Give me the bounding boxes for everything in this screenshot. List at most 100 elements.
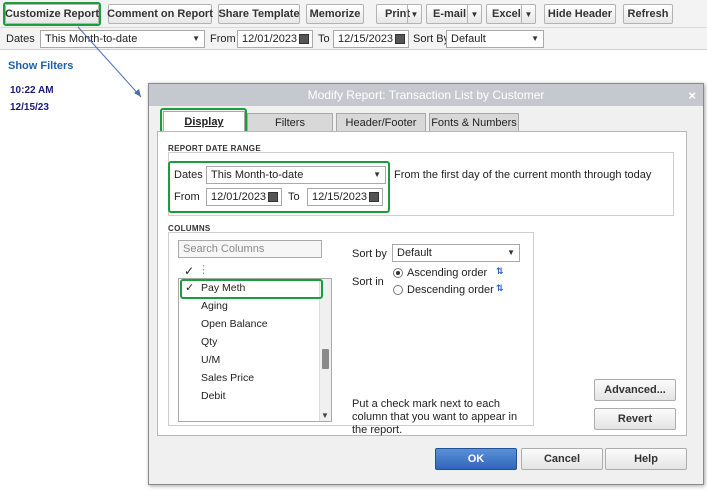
- sortby-label: Sort By: [413, 33, 450, 45]
- email-dropdown-icon[interactable]: ▼: [467, 5, 481, 23]
- report-time: 10:22 AM: [10, 85, 54, 96]
- advanced-button[interactable]: Advanced...: [594, 379, 676, 401]
- descending-radio[interactable]: [393, 285, 403, 295]
- list-item-label: Open Balance: [201, 318, 268, 330]
- list-item[interactable]: Qty: [179, 333, 309, 351]
- tab-header-footer-label: Header/Footer: [345, 116, 417, 129]
- list-item-label: Qty: [201, 336, 218, 348]
- checkmark-icon: ✓: [185, 282, 195, 294]
- to-date-field[interactable]: 12/15/2023: [333, 30, 409, 48]
- chevron-down-icon: ▼: [192, 34, 200, 43]
- list-item[interactable]: ✓ Pay Meth: [179, 279, 309, 297]
- revert-button[interactable]: Revert: [594, 408, 676, 430]
- hide-header-button[interactable]: Hide Header: [544, 4, 616, 24]
- ok-button[interactable]: OK: [435, 448, 517, 470]
- list-item-label: Sales Price: [201, 372, 255, 384]
- cancel-button[interactable]: Cancel: [521, 448, 603, 470]
- tab-fonts-numbers-label: Fonts & Numbers: [431, 116, 517, 129]
- dialog-from-date-value: 12/01/2023: [211, 191, 267, 203]
- chevron-down-icon: ▼: [507, 248, 515, 257]
- tab-filters[interactable]: Filters: [247, 113, 333, 131]
- columns-scrollbar[interactable]: ▼: [319, 279, 331, 421]
- list-item-label: U/M: [201, 354, 221, 366]
- dialog-to-label: To: [288, 191, 300, 203]
- sort-by-label: Sort by: [352, 248, 387, 260]
- dialog-title-bar: Modify Report: Transaction List by Custo…: [149, 84, 703, 106]
- columns-hint: Put a check mark next to each column tha…: [352, 398, 518, 436]
- dates-select-value: This Month-to-date: [45, 33, 138, 45]
- email-label: E-mail: [433, 8, 467, 20]
- excel-button[interactable]: Excel ▼: [486, 4, 536, 24]
- list-item[interactable]: Open Balance: [179, 315, 309, 333]
- sortby-select[interactable]: Default ▼: [446, 30, 544, 48]
- tab-fonts-numbers[interactable]: Fonts & Numbers: [429, 113, 519, 131]
- chevron-down-icon: ▼: [373, 170, 381, 179]
- dates-select[interactable]: This Month-to-date ▼: [40, 30, 205, 48]
- dates-label: Dates: [6, 33, 35, 45]
- calendar-icon[interactable]: [268, 192, 278, 202]
- calendar-icon[interactable]: [369, 192, 379, 202]
- column-header-dots: ⋮: [198, 264, 209, 276]
- memorize-button[interactable]: Memorize: [306, 4, 364, 24]
- report-toolbar: Customize Report Comment on Report Share…: [0, 0, 707, 28]
- from-label: From: [210, 33, 236, 45]
- excel-label: Excel: [492, 8, 521, 20]
- dialog-from-label: From: [174, 191, 200, 203]
- descending-label: Descending order: [407, 284, 494, 296]
- report-date-range-group: [168, 152, 674, 216]
- print-button[interactable]: Print ▼: [376, 4, 422, 24]
- scroll-down-icon[interactable]: ▼: [321, 411, 329, 420]
- report-date: 12/15/23: [10, 102, 49, 113]
- dialog-dates-value: This Month-to-date: [211, 169, 304, 181]
- from-date-field[interactable]: 12/01/2023: [237, 30, 313, 48]
- sort-descending-icon: ⇅: [496, 283, 504, 293]
- list-item-label: Debit: [201, 390, 226, 402]
- excel-dropdown-icon[interactable]: ▼: [521, 5, 535, 23]
- list-item[interactable]: Aging: [179, 297, 309, 315]
- sort-by-select[interactable]: Default ▼: [392, 244, 520, 262]
- calendar-icon[interactable]: [395, 34, 405, 44]
- chevron-down-icon: ▼: [531, 34, 539, 43]
- to-label: To: [318, 33, 330, 45]
- dialog-to-date-field[interactable]: 12/15/2023: [307, 188, 383, 206]
- sort-ascending-icon: ⇅: [496, 266, 504, 276]
- sortby-select-value: Default: [451, 33, 486, 45]
- customize-report-button[interactable]: Customize Report: [5, 4, 99, 24]
- email-button[interactable]: E-mail ▼: [426, 4, 482, 24]
- comment-on-report-button[interactable]: Comment on Report: [107, 4, 213, 24]
- search-columns-input[interactable]: Search Columns: [178, 240, 322, 258]
- dialog-dates-select[interactable]: This Month-to-date ▼: [206, 166, 386, 184]
- sort-in-label: Sort in: [352, 276, 384, 288]
- columns-list[interactable]: ✓ Pay Meth Aging Open Balance Qty U/M Sa…: [178, 278, 332, 422]
- tab-header-footer[interactable]: Header/Footer: [336, 113, 426, 131]
- search-columns-placeholder: Search Columns: [183, 243, 265, 255]
- filter-bar: Dates This Month-to-date ▼ From 12/01/20…: [0, 28, 707, 50]
- ascending-radio[interactable]: [393, 268, 403, 278]
- tab-display[interactable]: Display: [163, 111, 245, 132]
- list-item[interactable]: Sales Price: [179, 369, 309, 387]
- scrollbar-thumb[interactable]: [322, 349, 329, 369]
- tab-display-label: Display: [184, 116, 224, 128]
- from-date-value: 12/01/2023: [242, 33, 298, 45]
- dialog-title: Modify Report: Transaction List by Custo…: [307, 88, 545, 102]
- column-header-check: ✓: [184, 264, 195, 278]
- list-item-label: Aging: [201, 300, 228, 312]
- display-tab-panel: REPORT DATE RANGE Dates This Month-to-da…: [157, 131, 687, 436]
- print-dropdown-icon[interactable]: ▼: [407, 5, 421, 23]
- to-date-value: 12/15/2023: [338, 33, 394, 45]
- date-range-description: From the first day of the current month …: [394, 169, 652, 181]
- sort-by-value: Default: [397, 247, 432, 259]
- modify-report-dialog: Modify Report: Transaction List by Custo…: [148, 83, 704, 485]
- ascending-label: Ascending order: [407, 267, 488, 279]
- list-item[interactable]: U/M: [179, 351, 309, 369]
- tab-filters-label: Filters: [275, 116, 305, 129]
- calendar-icon[interactable]: [299, 34, 309, 44]
- share-template-button[interactable]: Share Template: [218, 4, 300, 24]
- list-item-label: Pay Meth: [201, 282, 246, 294]
- close-icon[interactable]: ×: [688, 88, 696, 103]
- dialog-from-date-field[interactable]: 12/01/2023: [206, 188, 282, 206]
- refresh-button[interactable]: Refresh: [623, 4, 673, 24]
- show-filters-link[interactable]: Show Filters: [8, 60, 73, 72]
- help-button[interactable]: Help: [605, 448, 687, 470]
- list-item[interactable]: Debit: [179, 387, 309, 405]
